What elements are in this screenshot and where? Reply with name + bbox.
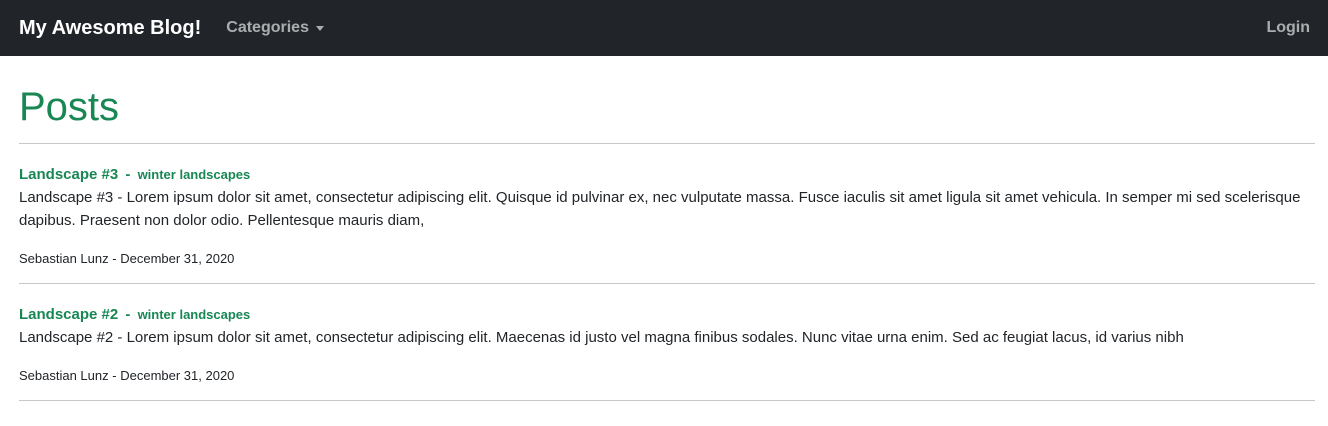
- post-title-separator: -: [125, 306, 131, 323]
- post-title-link[interactable]: Landscape #2: [19, 306, 118, 323]
- page-title: Posts: [19, 56, 1315, 144]
- post-header: Landscape #3 - winter landscapes: [19, 144, 1315, 186]
- main-content: Posts Landscape #3 - winter landscapes L…: [0, 56, 1328, 401]
- post-category-link[interactable]: winter landscapes: [138, 307, 251, 322]
- brand-link[interactable]: My Awesome Blog!: [19, 17, 201, 40]
- categories-label: Categories: [226, 19, 309, 36]
- post-title-separator: -: [125, 166, 131, 183]
- post-category-link[interactable]: winter landscapes: [138, 167, 251, 182]
- post-date: December 31, 2020: [120, 251, 235, 266]
- categories-dropdown[interactable]: Categories: [226, 19, 324, 37]
- post-author: Sebastian Lunz: [19, 251, 109, 266]
- post-meta-separator: -: [112, 368, 117, 383]
- post-header: Landscape #2 - winter landscapes: [19, 284, 1315, 326]
- post-item: Landscape #3 - winter landscapes Landsca…: [19, 144, 1315, 284]
- post-title-link[interactable]: Landscape #3: [19, 166, 118, 183]
- chevron-down-icon: [315, 26, 324, 31]
- post-meta: Sebastian Lunz - December 31, 2020: [19, 232, 1315, 283]
- post-author: Sebastian Lunz: [19, 368, 109, 383]
- post-item: Landscape #2 - winter landscapes Landsca…: [19, 284, 1315, 401]
- post-meta: Sebastian Lunz - December 31, 2020: [19, 349, 1315, 400]
- post-excerpt: Landscape #3 - Lorem ipsum dolor sit ame…: [19, 189, 1301, 229]
- post-excerpt: Landscape #2 - Lorem ipsum dolor sit ame…: [19, 329, 1184, 346]
- post-date: December 31, 2020: [120, 368, 235, 383]
- navbar: My Awesome Blog! Categories Login: [0, 0, 1328, 56]
- post-meta-separator: -: [112, 251, 117, 266]
- login-link[interactable]: Login: [1266, 19, 1310, 37]
